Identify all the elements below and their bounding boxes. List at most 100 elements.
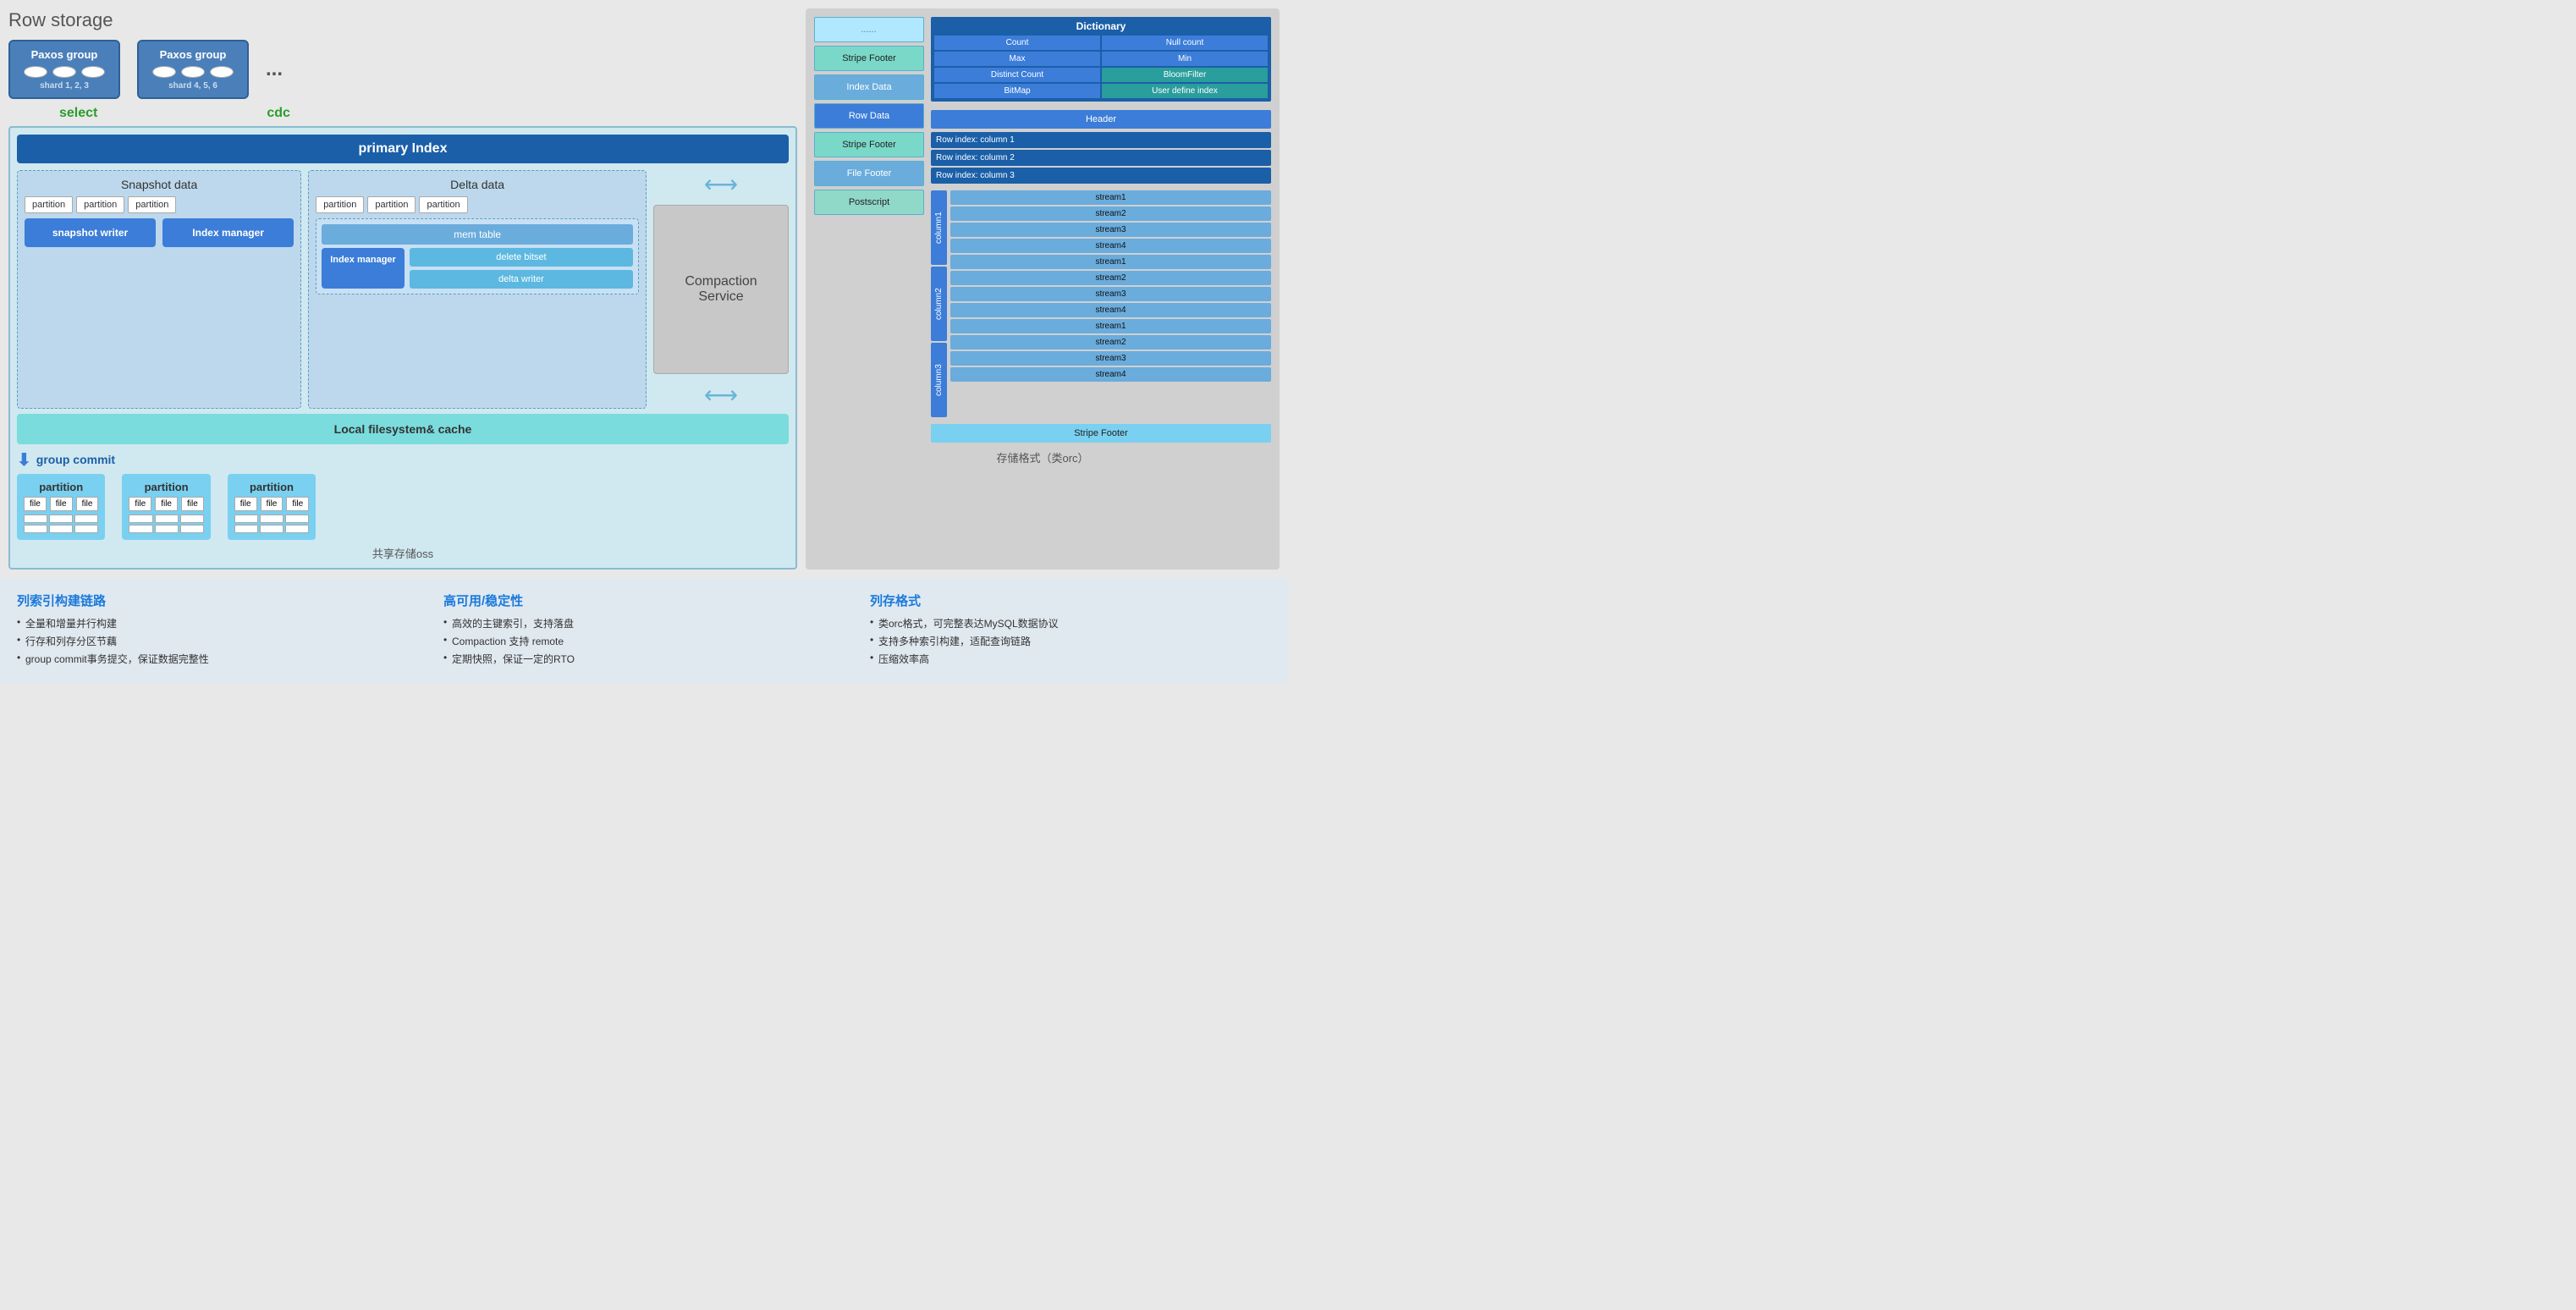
column-label-1: column1 [931, 190, 947, 265]
bottom-col-3-item-2: 支持多种索引构建，适配查询链路 [870, 634, 1271, 648]
header-box: Header [931, 110, 1271, 129]
partition-storage-1: partition file file file [17, 474, 105, 540]
row-index-1: Row index: column 1 [931, 132, 1271, 148]
local-fs-bar: Local filesystem& cache [17, 414, 789, 444]
disk [52, 66, 76, 78]
snapshot-blue-components: snapshot writer Index manager [25, 218, 294, 247]
stream-c2-4: stream4 [950, 303, 1271, 317]
file-box: file [50, 497, 73, 511]
bottom-col-1: 列索引构建链路 全量和增量并行构建 行存和列存分区节藕 group commit… [17, 592, 418, 669]
right-panel: ...... Stripe Footer Index Data Row Data… [806, 8, 1280, 570]
bottom-col-2: 高可用/稳定性 高效的主键索引，支持落盘 Compaction 支持 remot… [443, 592, 845, 669]
stream-c3-4: stream4 [950, 367, 1271, 382]
delta-bottom-row: Index manager delete bitset delta writer [322, 248, 633, 289]
snapshot-section: Snapshot data partition partition partit… [17, 170, 301, 409]
column-label-2: column2 [931, 267, 947, 341]
left-panel: Row storage Paxos group shard 1, 2, 3 Pa… [8, 8, 797, 570]
arrow-right-bottom: ⟷ [704, 381, 738, 409]
select-cdc-row: select cdc [8, 106, 797, 121]
file-grid-1 [24, 515, 98, 533]
dict-null-count: Null count [1102, 36, 1268, 50]
orc-format-label: 存储格式（类orc） [814, 449, 1271, 465]
file-grid-cell [234, 515, 258, 523]
stream-c1-2: stream2 [950, 206, 1271, 221]
inner-box: primary Index Snapshot data partition pa… [8, 126, 797, 570]
delta-partition-row: partition partition partition [316, 196, 639, 213]
shared-storage-label: 共享存储oss [17, 545, 789, 561]
disk [24, 66, 47, 78]
bottom-section: 列索引构建链路 全量和增量并行构建 行存和列存分区节藕 group commit… [0, 578, 1288, 683]
index-manager-delta: Index manager [322, 248, 405, 289]
stream-c2-2: stream2 [950, 271, 1271, 285]
file-grid-cell [49, 515, 73, 523]
orc-cell-stripe-footer-1: Stripe Footer [814, 46, 924, 71]
delta-section: Delta data partition partition partition… [308, 170, 647, 409]
partition-box: partition [419, 196, 467, 213]
dict-count: Count [934, 36, 1100, 50]
delta-writer-box: delta writer [410, 270, 633, 289]
bottom-col-2-item-3: 定期快照，保证一定的RTO [443, 652, 845, 666]
orc-cell-stripe-footer-2: Stripe Footer [814, 132, 924, 157]
disk [81, 66, 105, 78]
file-grid-cell [155, 525, 179, 533]
dict-distinct: Distinct Count [934, 68, 1100, 82]
disks-2 [152, 66, 234, 78]
file-grid-cell [155, 515, 179, 523]
file-box: file [234, 497, 257, 511]
stream-c1-1: stream1 [950, 190, 1271, 205]
snapshot-data-title: Snapshot data [25, 178, 294, 191]
orc-cell-row-data: Row Data [814, 103, 924, 129]
partitions-storage-row: partition file file file [17, 474, 789, 540]
dict-max: Max [934, 52, 1100, 66]
dictionary-title: Dictionary [934, 20, 1268, 32]
data-sections-wrapper: Snapshot data partition partition partit… [17, 170, 789, 409]
right-col-delta: delete bitset delta writer [410, 248, 633, 289]
group-commit-arrow-icon: ⬇ [17, 449, 31, 471]
columns-streams: column1 column2 column3 stream1 stream2 … [931, 190, 1271, 417]
file-grid-cell [24, 515, 47, 523]
bottom-col-1-title: 列索引构建链路 [17, 592, 418, 609]
delta-data-title: Delta data [316, 178, 639, 191]
file-grid-cell [180, 525, 204, 533]
file-grid-3 [234, 515, 309, 533]
file-grid-cell [234, 525, 258, 533]
bottom-col-3: 列存格式 类orc格式，可完整表达MySQL数据协议 支持多种索引构建，适配查询… [870, 592, 1271, 669]
bottom-col-1-item-3: group commit事务提交，保证数据完整性 [17, 652, 418, 666]
file-grid-cell [285, 525, 309, 533]
snapshot-partition-row: partition partition partition [25, 196, 294, 213]
file-row-2: file file file [129, 497, 203, 511]
file-grid-cell [129, 525, 152, 533]
file-grid-cell [24, 525, 47, 533]
file-row-3: file file file [234, 497, 309, 511]
stream-c2-1: stream1 [950, 255, 1271, 269]
disk [181, 66, 205, 78]
file-row-1: file file file [24, 497, 98, 511]
row-index-2: Row index: column 2 [931, 150, 1271, 166]
bottom-col-2-title: 高可用/稳定性 [443, 592, 845, 609]
dict-min: Min [1102, 52, 1268, 66]
disk [152, 66, 176, 78]
file-grid-cell [49, 525, 73, 533]
stream-c1-3: stream3 [950, 223, 1271, 237]
file-box: file [155, 497, 178, 511]
file-box: file [24, 497, 47, 511]
bottom-col-3-item-1: 类orc格式，可完整表达MySQL数据协议 [870, 616, 1271, 630]
orc-right: Dictionary Count Null count Max Min Dist… [931, 17, 1271, 443]
select-label: select [59, 106, 97, 121]
file-box: file [286, 497, 309, 511]
delta-inner: mem table Index manager delete bitset de… [316, 218, 639, 294]
delete-bitset-box: delete bitset [410, 248, 633, 267]
row-storage-label: Row storage [8, 8, 797, 33]
bottom-col-2-item-1: 高效的主键索引，支持落盘 [443, 616, 845, 630]
dict-user-define: User define index [1102, 84, 1268, 98]
streams-col: stream1 stream2 stream3 stream4 stream1 … [950, 190, 1271, 417]
partition-storage-2: partition file file file [122, 474, 210, 540]
main-container: Row storage Paxos group shard 1, 2, 3 Pa… [0, 0, 1288, 683]
stream-c1-4: stream4 [950, 239, 1271, 253]
dict-grid: Count Null count Max Min Distinct Count … [934, 36, 1268, 98]
orc-cell-dots: ...... [814, 17, 924, 42]
file-box: file [261, 497, 283, 511]
compaction-box: Compaction Service [653, 205, 789, 374]
file-grid-cell [260, 525, 283, 533]
orc-left: ...... Stripe Footer Index Data Row Data… [814, 17, 924, 443]
